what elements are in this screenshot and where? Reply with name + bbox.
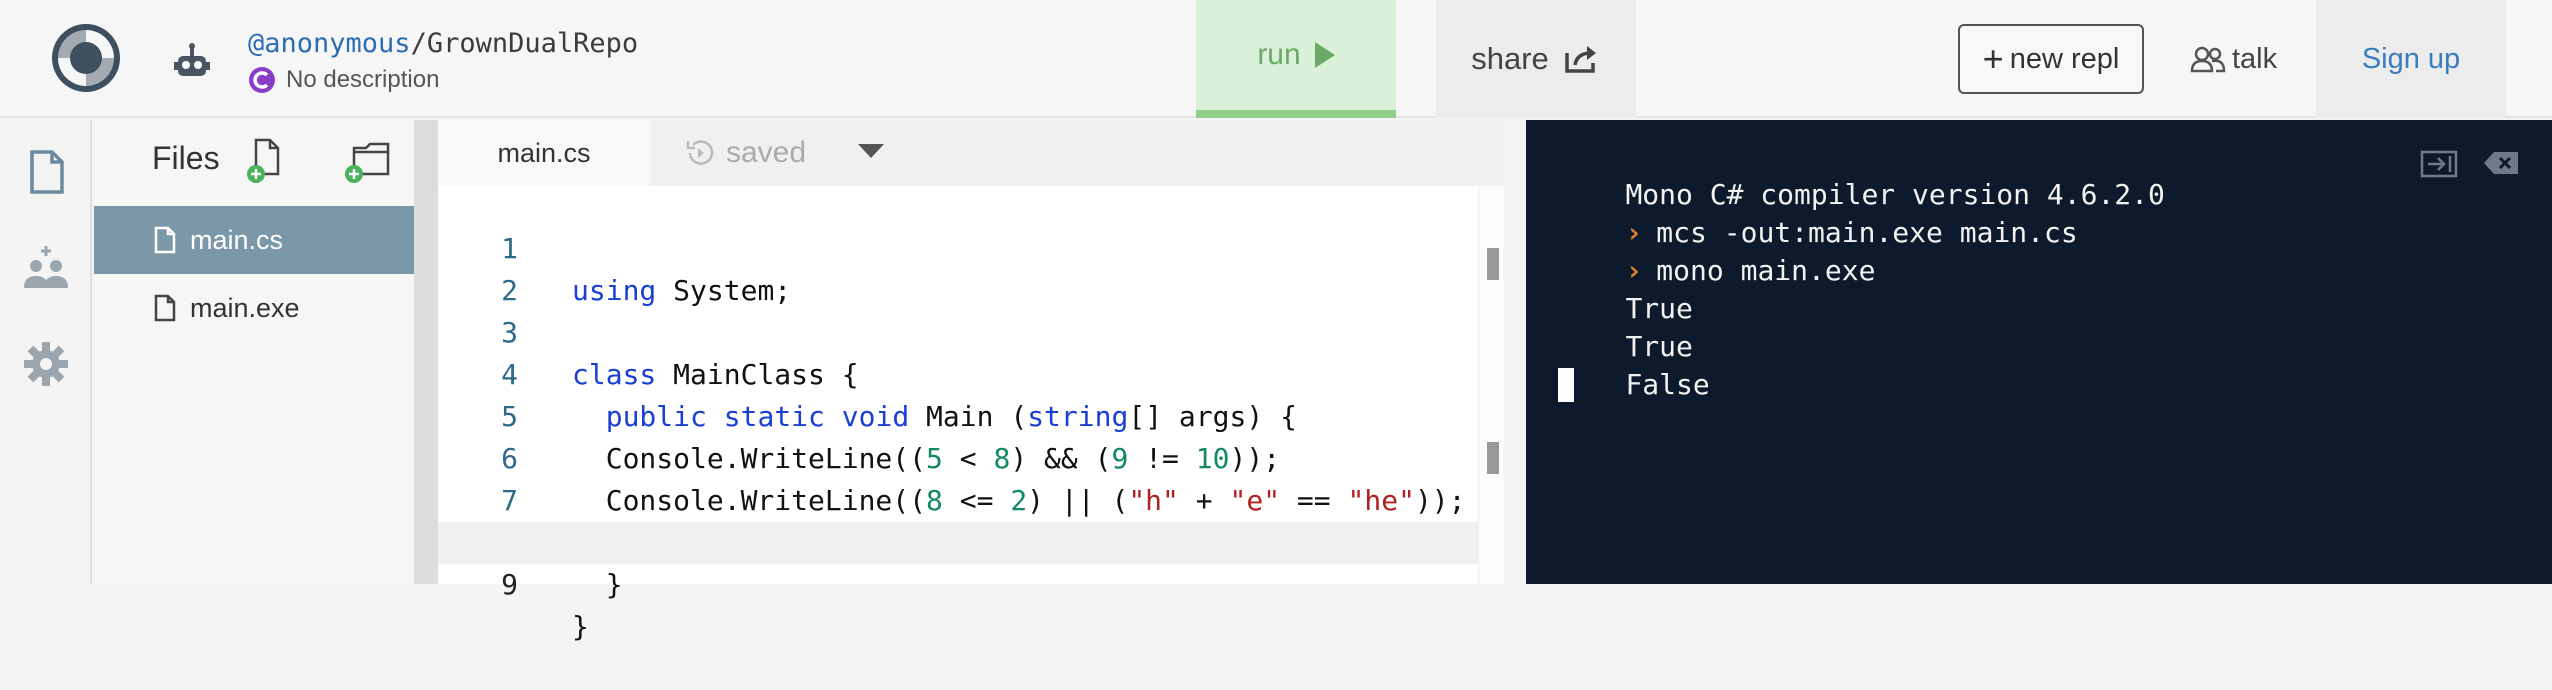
code-editor[interactable]: 1 using System; 2 3 class MainClass { 4 … (438, 186, 1504, 643)
code-line: 2 (438, 228, 1478, 307)
saved-label: saved (726, 136, 807, 169)
editor-tab-bar: main.cs saved (438, 120, 1504, 186)
saved-status: saved (684, 130, 806, 176)
repl-name: GrownDualRepo (426, 28, 639, 59)
console-line: False (1558, 328, 1709, 401)
people-icon (2190, 46, 2226, 73)
console-line: Mono C# compiler version 4.6.2.0 (1558, 138, 2164, 211)
editor-scrollbar[interactable] (1478, 186, 1504, 584)
file-item-main-cs[interactable]: main.cs (94, 206, 414, 274)
panel-resize-handle[interactable] (1504, 120, 1526, 584)
chevron-down-icon[interactable] (858, 144, 884, 158)
left-sidebar (0, 120, 92, 584)
code-line: 5 Console.WriteLine((5 < 8) && (9 != 10)… (438, 354, 1478, 475)
code-line-current: 9 } (438, 522, 1478, 643)
add-user-icon[interactable] (22, 244, 70, 292)
share-button[interactable]: share (1436, 0, 1636, 118)
file-name: main.cs (190, 224, 284, 255)
top-header: @anonymous/GrownDualRepo No description … (0, 0, 2552, 118)
console-cursor (1558, 368, 1574, 402)
signup-button[interactable]: Sign up (2316, 0, 2506, 118)
scroll-marker (1487, 248, 1499, 280)
talk-label: talk (2232, 42, 2278, 75)
panel-resize-handle[interactable] (414, 120, 438, 584)
code-line: 6 Console.WriteLine((8 <= 2) || ("h" + "… (438, 396, 1478, 517)
run-button[interactable]: run (1196, 0, 1396, 118)
description-text: No description (286, 66, 440, 93)
code-line: 4 public static void Main (string[] args… (438, 312, 1478, 433)
settings-gear-icon[interactable] (22, 340, 70, 388)
file-name: main.exe (190, 292, 300, 323)
repl-description: No description (248, 66, 439, 94)
clear-backspace-icon[interactable] (2482, 150, 2520, 176)
plus-icon: + (1982, 38, 2004, 79)
console-line: › mono main.exe (1558, 214, 1875, 287)
console-line: True (1558, 252, 1692, 325)
file-item-main-exe[interactable]: main.exe (94, 274, 414, 342)
code-line: 3 class MainClass { (438, 270, 1478, 391)
code-line: 1 using System; (438, 186, 1478, 307)
scroll-marker (1487, 442, 1499, 474)
file-icon (154, 226, 176, 254)
add-file-icon[interactable] (246, 138, 286, 184)
user-link[interactable]: @anonymous (248, 28, 411, 59)
repl-logo-icon[interactable] (50, 22, 122, 94)
code-text: } (572, 568, 623, 601)
files-title: Files (152, 140, 220, 176)
path-separator: / (410, 28, 427, 59)
console-line: True (1558, 290, 1692, 363)
talk-button[interactable]: talk (2190, 36, 2277, 82)
console-text: False (1625, 368, 1710, 401)
csharp-icon (249, 67, 275, 93)
play-icon (1314, 42, 1335, 68)
code-line: 7 Console.WriteLine((6 != 2 * 3) || (8 <… (438, 438, 1478, 559)
robot-avatar-icon (174, 43, 210, 76)
new-repl-label: new repl (2009, 42, 2120, 75)
share-export-icon (1565, 46, 1596, 73)
tab-main-cs[interactable]: main.cs (438, 120, 650, 186)
run-label: run (1257, 38, 1301, 71)
files-panel: Files main.cs main.exe (94, 120, 414, 584)
line-number: 9 (501, 568, 518, 601)
repl-breadcrumb: @anonymous/GrownDualRepo (248, 28, 638, 59)
tab-label: main.cs (497, 137, 591, 168)
code-text: } (572, 610, 589, 643)
code-line: 8 } (438, 480, 1478, 601)
signup-label: Sign up (2361, 42, 2461, 75)
console-line: › mcs -out:main.exe main.cs (1558, 176, 2077, 249)
console-panel[interactable]: Mono C# compiler version 4.6.2.0 › mcs -o… (1526, 120, 2552, 584)
new-repl-button[interactable]: + new repl (1958, 24, 2144, 94)
expand-icon[interactable] (2420, 148, 2458, 178)
share-label: share (1471, 41, 1549, 76)
file-icon (154, 294, 176, 322)
add-folder-icon[interactable] (344, 140, 392, 184)
history-icon (686, 140, 714, 165)
files-icon[interactable] (22, 148, 70, 196)
